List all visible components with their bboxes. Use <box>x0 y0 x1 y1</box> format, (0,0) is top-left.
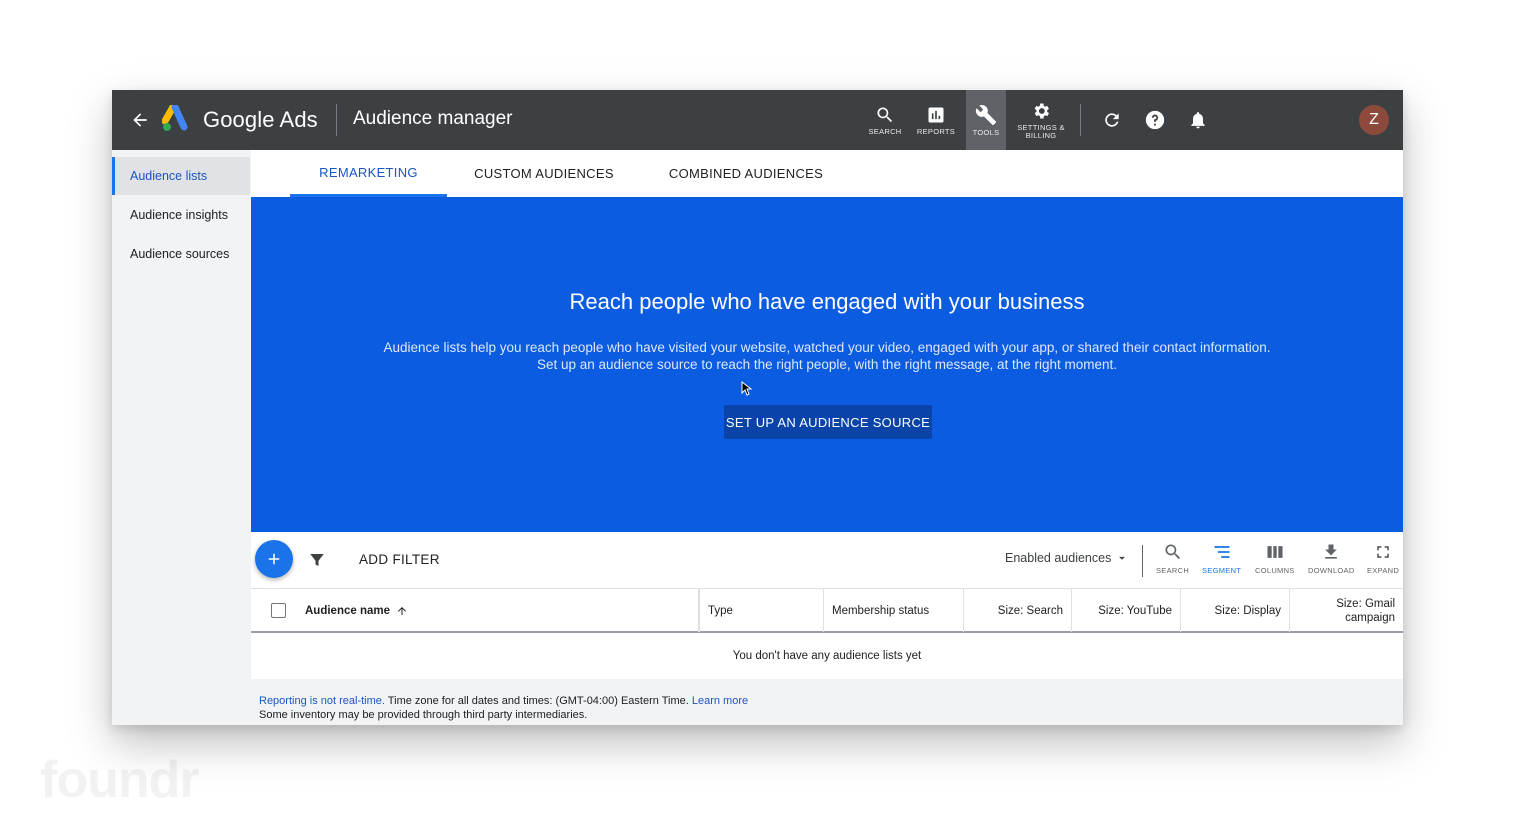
column-header-membership-status[interactable]: Membership status <box>824 589 964 632</box>
wrench-icon <box>975 104 997 125</box>
column-label-line2: campaign <box>1345 611 1395 624</box>
hero-banner: Reach people who have engaged with your … <box>251 197 1403 532</box>
divider <box>1142 545 1143 577</box>
column-header-size-search[interactable]: Size: Search <box>964 589 1072 632</box>
add-filter-button[interactable]: ADD FILTER <box>359 552 440 567</box>
empty-table-message: You don't have any audience lists yet <box>251 633 1403 679</box>
inventory-note: Some inventory may be provided through t… <box>259 709 588 721</box>
columns-icon <box>1267 546 1283 558</box>
download-button[interactable]: DOWNLOAD <box>1308 542 1355 575</box>
plus-icon <box>268 553 280 565</box>
tool-label: SEARCH <box>1156 566 1190 575</box>
gear-icon <box>1034 103 1049 118</box>
screen: Google Ads Audience manager SEARCH REPOR… <box>0 0 1516 837</box>
download-icon <box>1325 544 1338 559</box>
tool-label-line2: BILLING <box>1025 130 1057 140</box>
tool-label: SEARCH <box>868 126 902 136</box>
tool-label: DOWNLOAD <box>1308 566 1355 575</box>
filter-icon[interactable] <box>308 551 326 574</box>
search-icon <box>877 107 893 122</box>
column-label-line1: Size: Gmail <box>1336 597 1395 610</box>
column-label: Size: Gmail campaign <box>1336 597 1395 625</box>
top-app-bar: Google Ads Audience manager SEARCH REPOR… <box>112 90 1403 150</box>
search-icon <box>1164 544 1180 560</box>
column-header-type[interactable]: Type <box>699 589 824 632</box>
sidebar-item-audience-lists[interactable]: Audience lists <box>112 157 250 195</box>
column-header-size-gmail-campaign[interactable]: Size: Gmail campaign <box>1290 589 1403 632</box>
sidebar-item-audience-sources[interactable]: Audience sources <box>112 235 250 273</box>
dropdown-value: Enabled audiences <box>1005 551 1112 565</box>
add-audience-button[interactable] <box>255 540 293 578</box>
column-label: Size: YouTube <box>1098 604 1172 617</box>
select-all-checkbox[interactable] <box>271 603 286 618</box>
table-search-button[interactable]: SEARCH <box>1156 542 1189 575</box>
tool-label: TOOLS <box>972 127 1000 137</box>
hero-title: Reach people who have engaged with your … <box>569 289 1085 314</box>
column-label: Membership status <box>832 604 930 617</box>
tab-remarketing[interactable]: REMARKETING <box>290 150 447 197</box>
app-window: Google Ads Audience manager SEARCH REPOR… <box>112 90 1403 725</box>
top-settings-billing-button[interactable]: SETTINGS & BILLING <box>1014 90 1068 150</box>
google-ads-logo-icon <box>161 103 192 133</box>
sidebar-item-label: Audience lists <box>130 169 208 183</box>
column-header-audience-name[interactable]: Audience name <box>297 589 699 632</box>
mouse-cursor-icon <box>741 380 753 401</box>
help-icon[interactable] <box>1141 106 1169 134</box>
expand-icon <box>1377 546 1389 558</box>
divider <box>1080 104 1081 136</box>
expand-button[interactable]: EXPAND <box>1367 542 1399 575</box>
set-up-audience-source-button[interactable]: SET UP AN AUDIENCE SOURCE <box>724 405 932 439</box>
tool-label: SETTINGS & BILLING <box>1017 123 1065 140</box>
tool-label: EXPAND <box>1367 566 1400 575</box>
reports-icon <box>928 107 944 122</box>
sidebar-item-label: Audience sources <box>130 247 230 261</box>
tool-label: SEGMENT <box>1202 566 1242 575</box>
segment-button[interactable]: SEGMENT <box>1202 542 1241 575</box>
column-label: Size: Search <box>997 604 1063 617</box>
tab-bar: REMARKETING CUSTOM AUDIENCES COMBINED AU… <box>251 150 1403 197</box>
top-tools-button[interactable]: TOOLS <box>966 90 1006 150</box>
sort-ascending-icon <box>398 606 406 615</box>
brand-name: Google Ads <box>203 107 318 132</box>
back-arrow-icon[interactable] <box>126 106 154 134</box>
refresh-icon[interactable] <box>1098 106 1126 134</box>
column-label: Type <box>708 604 733 617</box>
divider <box>336 104 337 136</box>
audience-status-dropdown[interactable]: Enabled audiences <box>1005 551 1129 565</box>
table-toolbar: ADD FILTER Enabled audiences SEARCH SEGM… <box>251 532 1403 588</box>
learn-more-link[interactable]: Learn more <box>692 695 748 707</box>
page-title: Audience manager <box>353 108 513 129</box>
column-label: Audience name <box>305 604 390 617</box>
hero-description: Audience lists help you reach people who… <box>383 340 1271 372</box>
tab-combined-audiences[interactable]: COMBINED AUDIENCES <box>663 150 829 197</box>
reporting-link[interactable]: Reporting is not real-time. <box>259 695 385 707</box>
sidebar-item-label: Audience insights <box>130 208 228 222</box>
tool-label: REPORTS <box>916 126 956 136</box>
table-header: Audience name Type Membership status Siz… <box>251 588 1403 633</box>
tool-label: COLUMNS <box>1255 566 1295 575</box>
segment-icon <box>1214 546 1230 558</box>
dropdown-arrow-icon <box>1119 556 1126 560</box>
columns-button[interactable]: COLUMNS <box>1255 542 1295 575</box>
watermark-logo: foundr <box>40 751 200 809</box>
footer-note: Reporting is not real-time. Time zone fo… <box>259 694 748 722</box>
timezone-text: Time zone for all dates and times: (GMT-… <box>384 695 692 707</box>
sidebar-item-audience-insights[interactable]: Audience insights <box>112 196 250 234</box>
column-header-size-youtube[interactable]: Size: YouTube <box>1072 589 1181 632</box>
top-reports-button[interactable]: REPORTS <box>913 90 959 150</box>
notifications-bell-icon[interactable] <box>1184 106 1212 134</box>
avatar[interactable]: Z <box>1359 105 1389 135</box>
sidebar: Audience lists Audience insights Audienc… <box>112 150 250 725</box>
tab-custom-audiences[interactable]: CUSTOM AUDIENCES <box>461 150 627 197</box>
column-label: Size: Display <box>1214 604 1281 617</box>
top-search-button[interactable]: SEARCH <box>862 90 908 150</box>
column-header-size-display[interactable]: Size: Display <box>1181 589 1290 632</box>
